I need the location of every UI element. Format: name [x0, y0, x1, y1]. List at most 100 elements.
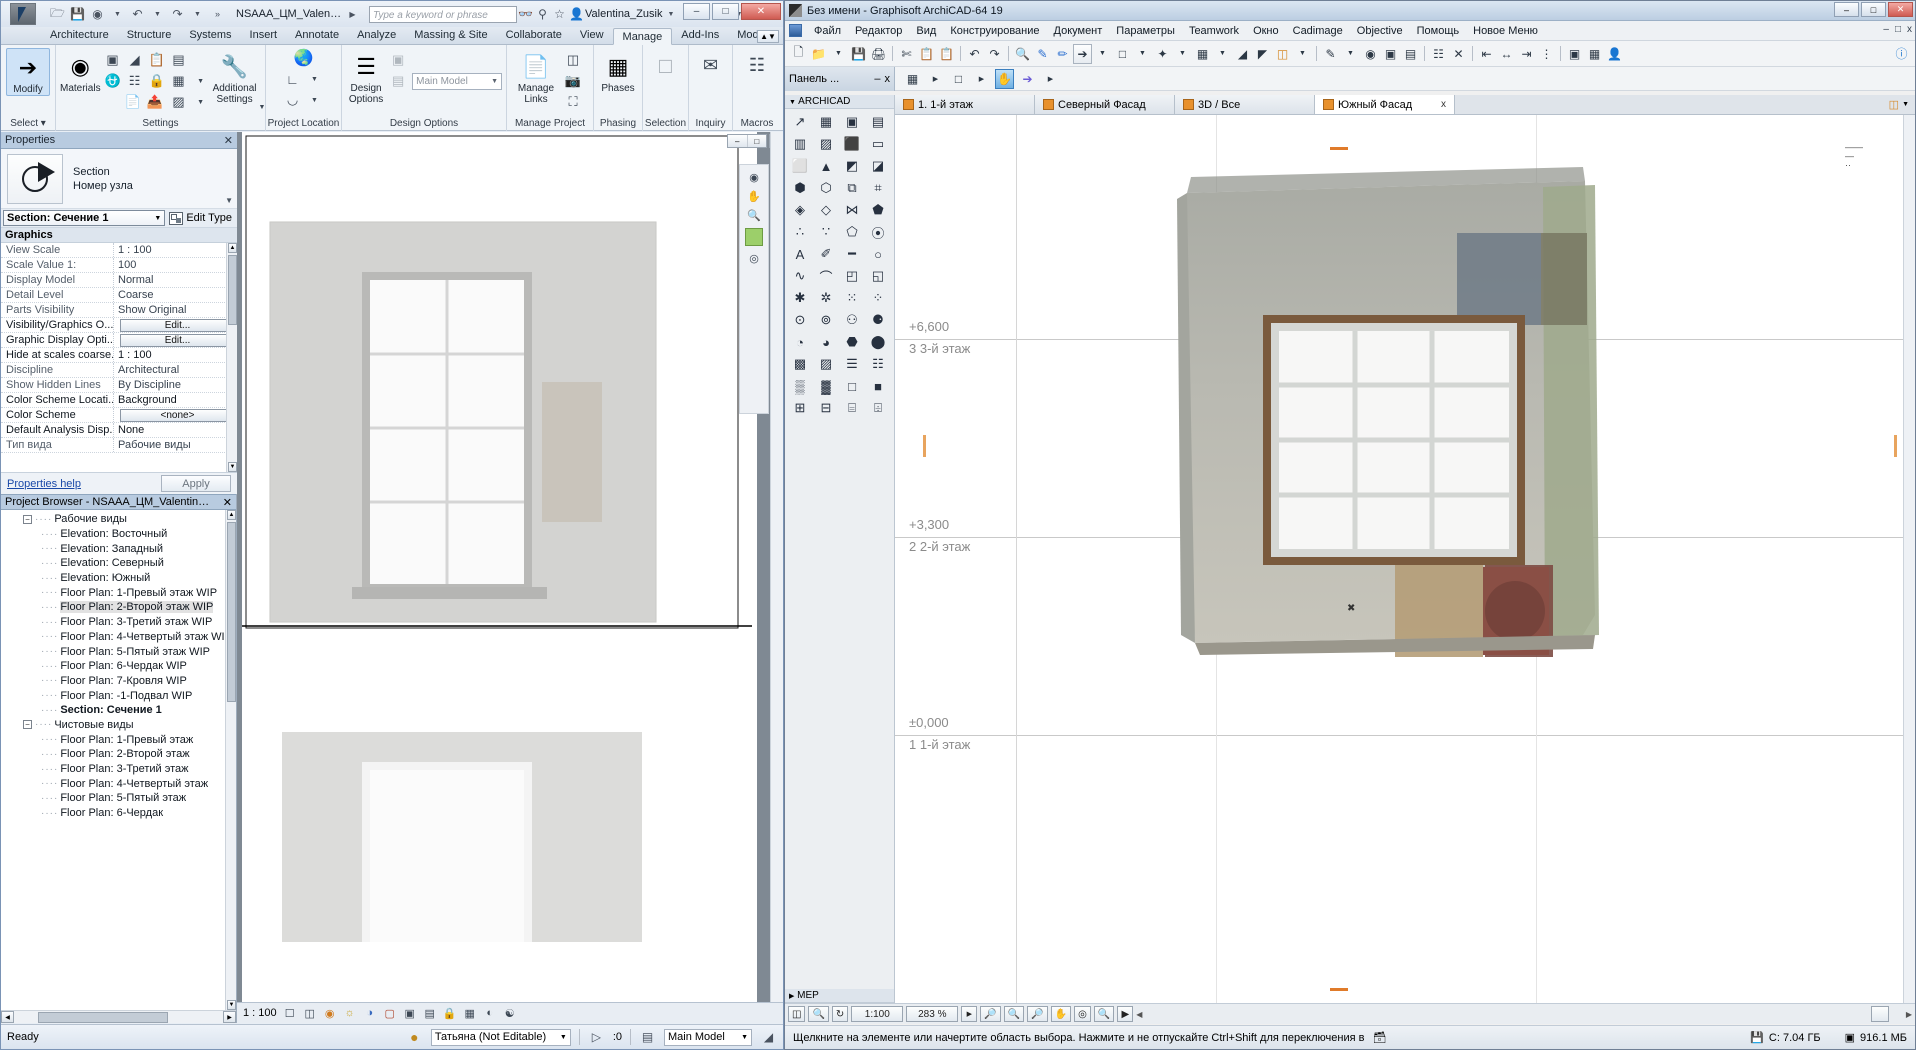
print-icon[interactable]: 🖨	[869, 44, 888, 64]
cursor-chevron-icon[interactable]: ▶	[1041, 69, 1060, 89]
property-row[interactable]: Display Model Normal	[1, 273, 237, 288]
group-icon[interactable]: ☷	[1429, 44, 1448, 64]
change-marker-tool-icon[interactable]: ☷	[865, 353, 891, 375]
property-value[interactable]: Show Original	[114, 303, 237, 317]
property-row[interactable]: Hide at scales coarse... 1 : 100	[1, 348, 237, 363]
project-browser-node[interactable]: ···· Elevation: Восточный	[1, 527, 236, 542]
user-name[interactable]: Valentina_Zusik	[585, 8, 662, 20]
scroll-up-icon[interactable]: ▲	[228, 243, 237, 253]
modify-button[interactable]: ➔ Modify	[6, 48, 50, 96]
chevron-down-icon[interactable]: ▼	[109, 6, 126, 23]
zoom-level[interactable]: 283 %	[906, 1006, 959, 1022]
purge-unused-icon[interactable]: 📄	[123, 92, 143, 112]
project-browser-node[interactable]: ···· Floor Plan: 7-Кровля WIP	[1, 674, 236, 689]
property-value[interactable]: Edit...	[114, 333, 237, 347]
marquee-chevron-icon[interactable]: ▼	[1133, 44, 1152, 64]
arrow-chevron-icon[interactable]: ▼	[1093, 44, 1112, 64]
align-right-icon[interactable]: ⇥	[1517, 44, 1536, 64]
filter-icon[interactable]: ▷	[588, 1029, 605, 1046]
paste-icon[interactable]: 📋	[937, 44, 956, 64]
project-info-icon[interactable]: 📋	[147, 50, 167, 70]
project-browser-scrollbar[interactable]: ▲ ▼	[225, 510, 236, 1010]
save-icon[interactable]: 💾	[849, 44, 868, 64]
sync-icon[interactable]: ◉	[89, 6, 106, 23]
property-row[interactable]: Visibility/Graphics O... Edit...	[1, 318, 237, 333]
spline-tool-icon[interactable]: ∿	[787, 265, 813, 287]
property-value[interactable]: Рабочие виды	[114, 438, 237, 452]
undo-icon[interactable]: ↶	[965, 44, 984, 64]
project-browser-node[interactable]: − ···· Чистовые виды	[1, 718, 236, 733]
zoom-window-icon[interactable]: 🔍	[808, 1006, 829, 1022]
property-row[interactable]: Graphic Display Opti... Edit...	[1, 333, 237, 348]
chevron-down-icon-2[interactable]: ▼	[149, 6, 166, 23]
property-row[interactable]: Parts Visibility Show Original	[1, 303, 237, 318]
grid-snap-icon[interactable]: ▦	[1193, 44, 1212, 64]
property-value[interactable]: Background	[114, 393, 237, 407]
grid-tool-icon[interactable]: ▨	[813, 353, 839, 375]
redo-icon[interactable]: ↷	[985, 44, 1004, 64]
scroll-up-icon[interactable]: ▲	[227, 510, 236, 520]
window-tool-icon[interactable]: ▥	[787, 133, 813, 155]
scrollbar-thumb[interactable]	[228, 255, 237, 325]
layers-chevron-icon[interactable]: ▼	[1293, 44, 1312, 64]
camera-tool-icon[interactable]: ⬤	[865, 331, 891, 353]
chevron-down-icon-3[interactable]: ▼	[189, 6, 206, 23]
pen-set-icon[interactable]: ✎	[1321, 44, 1340, 64]
property-value[interactable]: None	[114, 423, 237, 437]
toolbox-group-header[interactable]: ▼ ARCHICAD	[785, 95, 894, 109]
archicad-canvas[interactable]: +6,600 3 3-й этаж +3,300 2 2-й этаж ±0,000 1 …	[895, 115, 1915, 1003]
hatch-tool-icon[interactable]: ◱	[865, 265, 891, 287]
project-browser-node[interactable]: ···· Floor Plan: 3-Третий этаж WIP	[1, 615, 236, 630]
more-icon[interactable]: »	[209, 6, 226, 23]
project-browser-node[interactable]: ···· Elevation: Северный	[1, 556, 236, 571]
guide-icon[interactable]: ◢	[1233, 44, 1252, 64]
property-edit-button[interactable]: Edit...	[120, 334, 235, 347]
open-chevron-icon[interactable]: ▼	[829, 44, 848, 64]
star-icon[interactable]: ☆	[551, 6, 568, 23]
railing-tool-icon[interactable]: ◈	[787, 199, 813, 221]
text-tool-icon[interactable]: A	[787, 243, 813, 265]
property-row[interactable]: Тип вида Рабочие виды	[1, 438, 237, 453]
property-value[interactable]: 1 : 100	[114, 348, 237, 362]
marquee-icon[interactable]: □	[1113, 44, 1132, 64]
archicad-tab[interactable]: Южный Фасад x	[1315, 95, 1455, 114]
crop-icon[interactable]: ▣	[403, 1007, 417, 1020]
view-map-tool-icon[interactable]: ⌹	[865, 397, 891, 419]
visual-style-icon[interactable]: ◉	[323, 1007, 337, 1020]
binoculars-icon[interactable]: 👓	[517, 6, 534, 23]
radial-dim-tool-icon[interactable]: ⁘	[865, 287, 891, 309]
property-value[interactable]: 100	[114, 258, 237, 272]
project-browser-node[interactable]: ···· Floor Plan: 1-Превый этаж WIP	[1, 585, 236, 600]
revit-app-button[interactable]	[1, 1, 45, 27]
fit-in-window-icon[interactable]: ◎	[1074, 1006, 1091, 1022]
ribbon-tab-analyze[interactable]: Analyze	[348, 27, 405, 44]
search-input[interactable]: Type a keyword or phrase	[369, 5, 517, 23]
doc-close-button[interactable]: x	[1907, 24, 1912, 35]
curtain-wall-tool-icon[interactable]: ◇	[813, 199, 839, 221]
wall-tool-icon[interactable]: ▣	[839, 111, 865, 133]
menu-item-вид[interactable]: Вид	[909, 23, 943, 39]
canvas-vertical-scrollbar[interactable]	[1903, 115, 1915, 1003]
expand-chevron-icon[interactable]: ▼	[225, 196, 233, 205]
property-value[interactable]: Architectural	[114, 363, 237, 377]
close-icon[interactable]: ✕	[224, 134, 233, 147]
additional-settings-button[interactable]: 🔧 Additional Settings	[213, 48, 257, 105]
cut-icon[interactable]: ✄	[897, 44, 916, 64]
measure-icon[interactable]: ◤	[1253, 44, 1272, 64]
materials-button[interactable]: ◉ Materials	[60, 48, 101, 94]
project-browser-node[interactable]: ···· Floor Plan: 3-Третий этаж	[1, 762, 236, 777]
shell-detail-tool-icon[interactable]: ⦿	[865, 221, 891, 243]
transfer-standards-icon[interactable]: 🔒	[147, 71, 167, 91]
distribute-icon[interactable]: ⋮	[1537, 44, 1556, 64]
workset-selector[interactable]: Татьяна (Not Editable) ▼	[430, 1028, 571, 1046]
schedule-tool-icon[interactable]: □	[839, 375, 865, 397]
stair-tool-icon[interactable]: ⌗	[865, 177, 891, 199]
project-browser-node[interactable]: ···· Floor Plan: 5-Пятый этаж	[1, 791, 236, 806]
project-browser-node[interactable]: ···· Floor Plan: 2-Второй этаж WIP	[1, 600, 236, 615]
hotspot-tool-icon[interactable]: ✱	[787, 287, 813, 309]
signin-icon[interactable]: ⚲	[534, 6, 551, 23]
section-tool-icon[interactable]: ⚇	[839, 309, 865, 331]
corner-window-tool-icon[interactable]: ▨	[813, 133, 839, 155]
minimize-button[interactable]: –	[1834, 2, 1859, 17]
zone-tool-icon[interactable]: ⋈	[839, 199, 865, 221]
